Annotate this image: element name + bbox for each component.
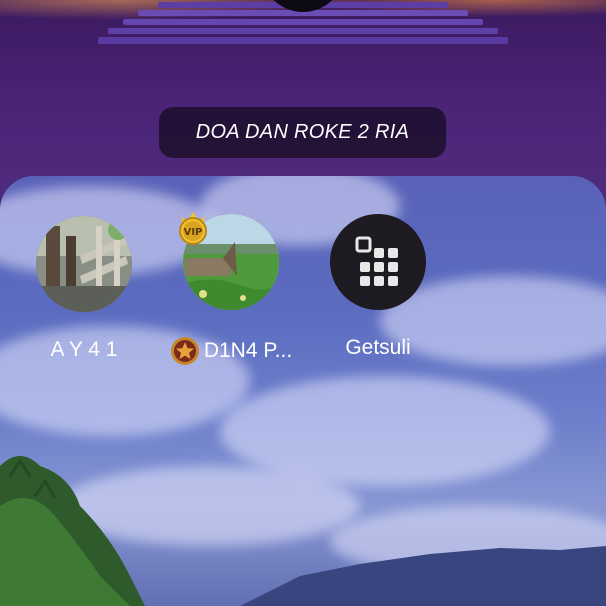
photo-wooden-fence-avatar xyxy=(36,216,132,312)
seat-name: Getsuli xyxy=(313,336,443,360)
stage-step xyxy=(123,19,483,25)
vip-badge-icon: VIP xyxy=(179,212,207,245)
mic-seats: A Y 4 1 D1N4 P... Getsuli xyxy=(0,212,606,372)
vip-badge-text: VIP xyxy=(184,227,203,238)
seat-name: A Y 4 1 xyxy=(19,338,149,362)
room-title-text: DOA DAN ROKE 2 RIA xyxy=(195,121,410,143)
seat-name-text: D1N4 P... xyxy=(203,339,293,362)
room-title[interactable]: DOA DAN ROKE 2 RIA xyxy=(159,107,446,158)
user-avatar[interactable] xyxy=(330,214,426,310)
seat[interactable]: A Y 4 1 xyxy=(19,216,149,362)
stage-step xyxy=(108,28,498,34)
stage-decoration xyxy=(0,0,606,70)
seat-name-text: Getsuli xyxy=(345,336,411,359)
user-avatar[interactable] xyxy=(36,216,132,312)
seat-name-text: A Y 4 1 xyxy=(50,338,118,361)
seat-name: D1N4 P... xyxy=(166,336,296,366)
star-medal-icon xyxy=(170,337,199,365)
grid-dots-icon xyxy=(355,236,398,286)
voice-room-screen: DOA DAN ROKE 2 RIA A Y 4 1 D1N4 P... Get… xyxy=(0,0,606,606)
stage-step xyxy=(98,37,508,44)
seat[interactable]: Getsuli xyxy=(313,214,443,360)
